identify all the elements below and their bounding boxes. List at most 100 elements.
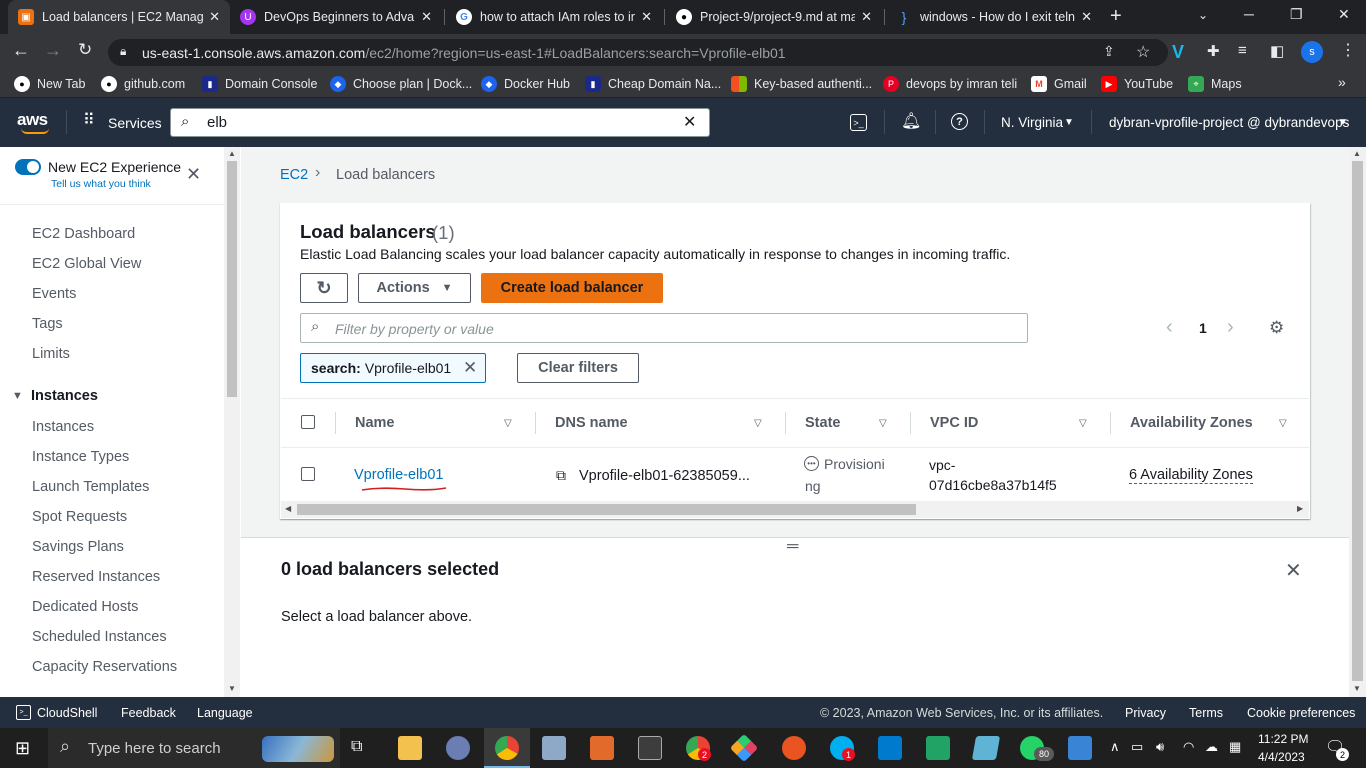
sort-icon[interactable]: ▽ [504, 418, 512, 429]
close-tab-icon[interactable]: ✕ [209, 9, 220, 25]
notifications-bell-icon[interactable]: 🔔︎ [901, 111, 921, 131]
table-horizontal-scrollbar[interactable]: ◀ ▶ [281, 501, 1309, 518]
region-selector[interactable]: N. Virginia [1001, 115, 1063, 130]
weather-cloud-icon[interactable]: ☁ [1205, 739, 1218, 755]
minimize-icon[interactable]: ─ [1244, 6, 1254, 22]
refresh-button[interactable]: ↻ [300, 273, 348, 303]
sort-icon[interactable]: ▽ [1279, 418, 1287, 429]
sidebar-item-ec2-global-view[interactable]: EC2 Global View [32, 256, 141, 272]
clear-filters-button[interactable]: Clear filters [517, 353, 639, 383]
clock-time[interactable]: 11:22 PM [1258, 732, 1308, 746]
task-view-icon[interactable]: ⧉ [351, 738, 362, 756]
sort-icon[interactable]: ▽ [754, 418, 762, 429]
tab-search-icon[interactable]: ⌄ [1198, 8, 1208, 22]
breadcrumb-ec2[interactable]: EC2 [280, 167, 308, 183]
column-header-azs[interactable]: Availability Zones [1130, 415, 1253, 431]
aws-search-field[interactable]: ⌕ elb ✕ [170, 108, 710, 137]
select-all-checkbox[interactable] [301, 415, 315, 429]
bookmark-item[interactable]: ▶ YouTube [1101, 75, 1173, 93]
footer-privacy[interactable]: Privacy [1125, 706, 1166, 720]
close-tab-icon[interactable]: ✕ [1081, 9, 1092, 25]
load-balancer-name-link[interactable]: Vprofile-elb01 [354, 467, 443, 483]
sidebar-item-scheduled-instances[interactable]: Scheduled Instances [32, 629, 167, 645]
chrome-icon[interactable] [495, 736, 519, 760]
snipping-tool-icon[interactable] [638, 736, 662, 760]
close-tab-icon[interactable]: ✕ [861, 9, 872, 25]
profile-avatar[interactable]: s [1301, 41, 1323, 63]
browser-tab[interactable]: U DevOps Beginners to Advanc ✕ [230, 0, 442, 34]
sidebar-item-instances[interactable]: Instances [32, 419, 94, 435]
remove-filter-icon[interactable]: ✕ [463, 358, 477, 378]
sidebar-item-tags[interactable]: Tags [32, 316, 63, 332]
actions-button[interactable]: Actions ▼ [358, 273, 471, 303]
sidebar-section-instances[interactable]: Instances [31, 388, 98, 404]
sidebar-item-savings-plans[interactable]: Savings Plans [32, 539, 124, 555]
paint-icon[interactable] [446, 736, 470, 760]
availability-zones-popover[interactable]: 6 Availability Zones [1129, 467, 1253, 484]
feedback-link[interactable]: Tell us what you think [51, 178, 151, 190]
address-bar[interactable]: 🔒︎ us-east-1.console.aws.amazon.com/ec2/… [108, 39, 1168, 66]
sidebar-item-reserved-instances[interactable]: Reserved Instances [32, 569, 160, 585]
bookmark-item[interactable]: M Gmail [1031, 75, 1087, 93]
media-player-icon[interactable] [590, 736, 614, 760]
clear-search-icon[interactable]: ✕ [683, 112, 696, 132]
close-split-panel-icon[interactable]: ✕ [1285, 558, 1302, 583]
ubuntu-icon[interactable] [782, 736, 806, 760]
resize-handle-icon[interactable]: ═ [787, 538, 798, 556]
photos-icon[interactable] [1068, 736, 1092, 760]
section-caret-icon[interactable]: ▼ [12, 390, 23, 402]
more-bookmarks-icon[interactable]: » [1338, 74, 1346, 90]
close-sidebar-icon[interactable]: ✕ [186, 164, 201, 185]
column-header-name[interactable]: Name [355, 415, 395, 431]
ime-icon[interactable]: ▦ [1229, 739, 1241, 755]
column-header-vpc[interactable]: VPC ID [930, 415, 978, 431]
sidebar-item-capacity-reservations[interactable]: Capacity Reservations [32, 659, 177, 675]
menu-kebab-icon[interactable]: ⋮ [1340, 40, 1356, 60]
row-checkbox[interactable] [301, 467, 315, 481]
taskbar-search[interactable]: ⌕ Type here to search [48, 728, 340, 768]
restore-icon[interactable]: ❐ [1290, 6, 1303, 23]
cloudshell-icon[interactable]: >_ [850, 114, 867, 131]
back-icon[interactable]: ← [12, 40, 30, 61]
bookmark-item[interactable]: ▮ Cheap Domain Na... [585, 75, 721, 93]
extensions-icon[interactable]: ✚ [1207, 42, 1220, 60]
settings-gear-icon[interactable]: ⚙ [1269, 318, 1284, 338]
column-header-state[interactable]: State [805, 415, 840, 431]
share-icon[interactable]: ⇪ [1103, 43, 1115, 60]
next-page-icon[interactable]: › [1227, 316, 1234, 339]
create-load-balancer-button[interactable]: Create load balancer [481, 273, 663, 303]
wifi-icon[interactable]: ◠ [1183, 739, 1194, 755]
new-tab-icon[interactable]: + [1110, 5, 1122, 28]
filter-input[interactable]: ⌕ Filter by property or value [300, 313, 1028, 343]
sidebar-item-spot-requests[interactable]: Spot Requests [32, 509, 127, 525]
services-menu[interactable]: Services [108, 115, 162, 131]
sidebar-item-limits[interactable]: Limits [32, 346, 70, 362]
footer-cloudshell[interactable]: CloudShell [37, 706, 97, 720]
browser-tab[interactable]: G how to attach IAm roles to in ✕ [446, 0, 662, 34]
browser-tab-active[interactable]: ▣ Load balancers | EC2 Manage ✕ [8, 0, 230, 34]
show-hidden-icons[interactable]: ∧ [1110, 739, 1120, 755]
close-window-icon[interactable]: ✕ [1338, 6, 1350, 23]
browser-tab[interactable]: } windows - How do I exit teln ✕ [886, 0, 1102, 34]
footer-language[interactable]: Language [197, 706, 253, 720]
system-monitor-icon[interactable] [542, 736, 566, 760]
volume-icon[interactable]: 🔊︎ [1156, 739, 1164, 755]
sidebar-scrollbar[interactable]: ▲ ▼ [224, 147, 240, 697]
account-menu[interactable]: dybran-vprofile-project @ dybrandevops [1109, 115, 1349, 130]
bookmark-item[interactable]: Pdevops by imran teli [883, 75, 1017, 93]
copy-icon[interactable]: ⧉ [556, 467, 566, 484]
bookmark-item[interactable]: ● New Tab [14, 75, 85, 93]
side-panel-icon[interactable]: ◧ [1270, 42, 1284, 60]
close-tab-icon[interactable]: ✕ [421, 9, 432, 25]
vscode-icon[interactable] [878, 736, 902, 760]
sidebar-item-instance-types[interactable]: Instance Types [32, 449, 129, 465]
sidebar-item-dedicated-hosts[interactable]: Dedicated Hosts [32, 599, 138, 615]
sidebar-item-ec2-dashboard[interactable]: EC2 Dashboard [32, 226, 135, 242]
excel-icon[interactable] [926, 736, 950, 760]
footer-cookie-preferences[interactable]: Cookie preferences [1247, 706, 1355, 720]
clock-date[interactable]: 4/4/2023 [1258, 750, 1305, 764]
sort-icon[interactable]: ▽ [1079, 418, 1087, 429]
sidebar-item-events[interactable]: Events [32, 286, 76, 302]
reload-icon[interactable]: ↻ [78, 40, 92, 60]
battery-icon[interactable]: ▭ [1131, 739, 1143, 755]
